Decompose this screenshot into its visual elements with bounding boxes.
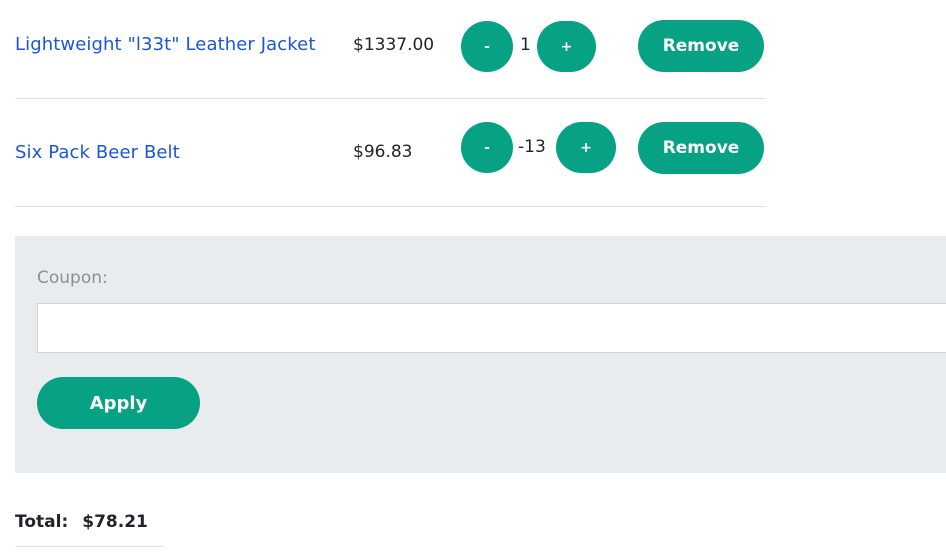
remove-item-button[interactable]: Remove	[638, 20, 764, 72]
remove-item-button[interactable]: Remove	[638, 122, 764, 174]
decrement-quantity-button[interactable]: -	[461, 21, 513, 72]
increment-quantity-button[interactable]: +	[537, 21, 596, 72]
product-price: $96.83	[353, 142, 413, 162]
coupon-input[interactable]	[37, 303, 946, 353]
cart-list: Lightweight "l33t" Leather Jacket $1337.…	[15, 0, 766, 207]
decrement-quantity-button[interactable]: -	[461, 122, 513, 173]
total-label: Total:	[15, 512, 69, 532]
product-link[interactable]: Six Pack Beer Belt	[15, 142, 180, 163]
order-total: Total: $78.21	[15, 512, 148, 532]
increment-quantity-button[interactable]: +	[556, 122, 616, 173]
product-price: $1337.00	[353, 35, 435, 55]
apply-coupon-button[interactable]: Apply	[37, 377, 200, 429]
coupon-label: Coupon:	[37, 268, 108, 288]
coupon-panel: Coupon: Apply	[15, 236, 946, 473]
quantity-value: -13	[518, 137, 546, 157]
total-value: $78.21	[82, 512, 148, 532]
product-link[interactable]: Lightweight "l33t" Leather Jacket	[15, 34, 316, 55]
cart-row: Lightweight "l33t" Leather Jacket $1337.…	[15, 0, 766, 99]
total-divider	[15, 546, 163, 547]
quantity-value: 1	[520, 35, 531, 55]
cart-row: Six Pack Beer Belt $96.83 - -13 + Remove	[15, 99, 766, 207]
